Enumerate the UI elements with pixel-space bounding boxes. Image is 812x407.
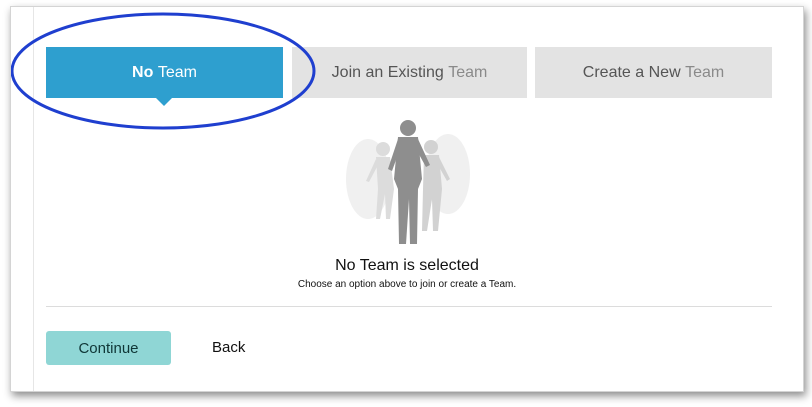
caret-down-icon: [156, 98, 172, 106]
continue-button[interactable]: Continue: [46, 331, 171, 365]
tab-create-label: Team: [685, 63, 725, 81]
tab-join-label: Team: [448, 63, 488, 81]
tab-create-label-strong: Create a New: [582, 63, 681, 81]
tab-join-label-strong: Join an Existing: [331, 63, 444, 81]
tab-join-existing-team[interactable]: Join an Existing Team: [292, 47, 527, 98]
panel-left-border: [33, 7, 34, 391]
runners-silhouette-icon: [346, 120, 470, 244]
tab-no-team-label-strong: No: [132, 63, 154, 81]
tab-no-team[interactable]: No Team: [46, 47, 283, 106]
divider: [46, 306, 772, 307]
tab-create-new-team[interactable]: Create a New Team: [535, 47, 772, 98]
status-subtitle: Choose an option above to join or create…: [297, 279, 517, 290]
back-link[interactable]: Back: [212, 339, 245, 356]
team-selection-panel: No Team Join an Existing Team Create a N…: [10, 6, 804, 392]
tab-no-team-label: Team: [157, 63, 197, 81]
status-title: No Team is selected: [335, 257, 479, 274]
